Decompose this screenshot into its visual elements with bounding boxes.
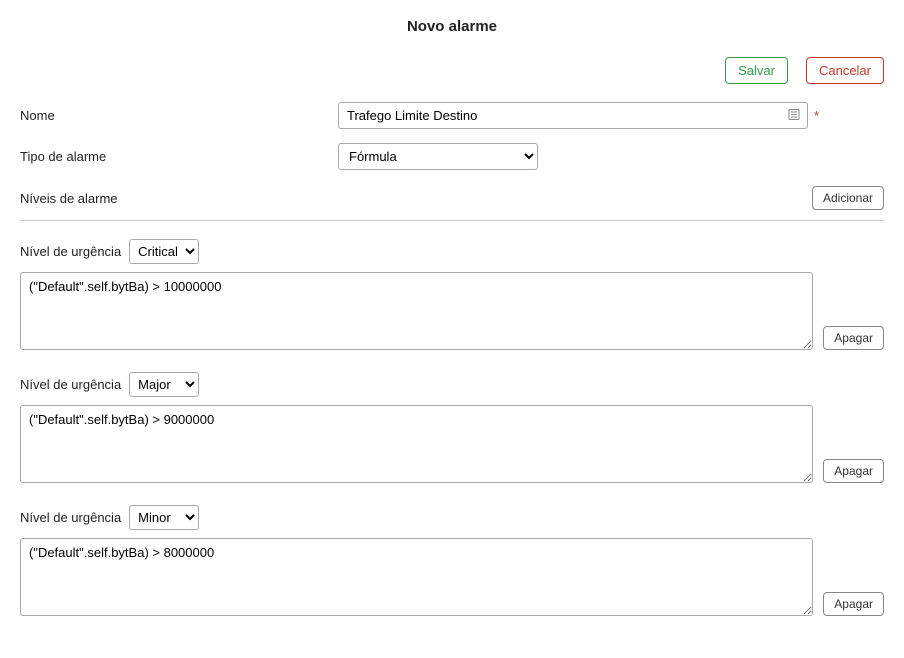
alarm-level-block: Nível de urgência Minor Apagar [20, 505, 884, 616]
delete-level-button[interactable]: Apagar [823, 459, 884, 483]
alarm-level-block: Nível de urgência Major Apagar [20, 372, 884, 483]
required-marker: * [814, 108, 819, 123]
formula-textarea[interactable] [20, 405, 813, 483]
page-title: Novo alarme [20, 18, 884, 35]
formula-textarea[interactable] [20, 538, 813, 616]
top-action-bar: Salvar Cancelar [20, 57, 884, 84]
section-divider [20, 220, 884, 221]
alarm-type-select[interactable]: Fórmula [338, 143, 538, 170]
cancel-button[interactable]: Cancelar [806, 57, 884, 84]
delete-level-button[interactable]: Apagar [823, 326, 884, 350]
name-label: Nome [20, 108, 338, 123]
urgency-select[interactable]: Minor [129, 505, 199, 530]
urgency-select[interactable]: Major [129, 372, 199, 397]
urgency-label: Nível de urgência [20, 377, 121, 392]
urgency-label: Nível de urgência [20, 244, 121, 259]
levels-section-label: Níveis de alarme [20, 191, 118, 206]
urgency-select[interactable]: Critical [129, 239, 199, 264]
save-button[interactable]: Salvar [725, 57, 788, 84]
alarm-level-block: Nível de urgência Critical Apagar [20, 239, 884, 350]
add-level-button[interactable]: Adicionar [812, 186, 884, 210]
delete-level-button[interactable]: Apagar [823, 592, 884, 616]
name-input[interactable] [338, 102, 808, 129]
urgency-label: Nível de urgência [20, 510, 121, 525]
formula-textarea[interactable] [20, 272, 813, 350]
type-label: Tipo de alarme [20, 149, 338, 164]
